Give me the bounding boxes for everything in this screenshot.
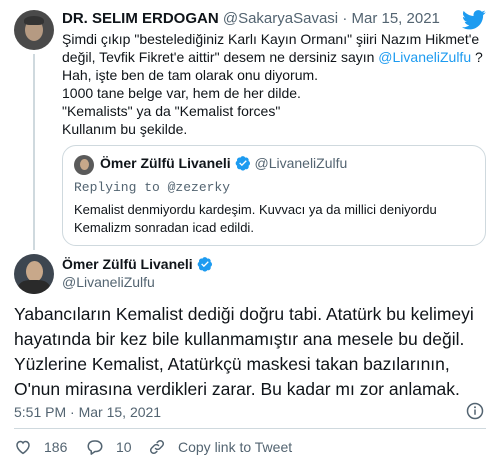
text-line: "Kemalists" ya da "Kemalist forces" (62, 103, 281, 119)
thread-line (33, 54, 35, 250)
separator-dot: · (70, 404, 75, 420)
avatar-selim-erdogan[interactable] (14, 10, 54, 50)
like-count: 186 (44, 439, 68, 455)
link-icon (149, 439, 165, 455)
quoted-author-name: Ömer Zülfü Livaneli (100, 155, 231, 171)
main-tweet-timestamp[interactable]: 5:51 PM · Mar 15, 2021 (14, 404, 161, 420)
text-line: hayatında bir kez bile kullanmamıştır an… (14, 329, 465, 349)
reply-button[interactable]: 10 (86, 438, 132, 456)
twitter-bird-icon (462, 10, 486, 30)
reply-icon (87, 440, 103, 455)
text-line: 1000 tane belge var, hem de her dilde. (62, 85, 301, 101)
text-line: Yabancıların Kemalist dediği doğru tabi.… (14, 304, 474, 324)
copy-link-button[interactable]: Copy link to Tweet (148, 438, 292, 456)
quoted-tweet-card[interactable]: Ömer Zülfü Livaneli @LivaneliZulfu Reply… (62, 145, 486, 246)
quoted-header: Ömer Zülfü Livaneli @LivaneliZulfu (100, 155, 347, 171)
tweet-date[interactable]: Mar 15, 2021 (351, 10, 439, 27)
divider (14, 428, 486, 429)
main-author-handle[interactable]: @LivaneliZulfu (62, 274, 213, 290)
replying-to-label: Replying to @zezerky (74, 180, 231, 195)
reply-tweet-body: Şimdi çıkıp "bestelediğiniz Karlı Kayın … (62, 30, 483, 138)
avatar-livaneli-small (74, 155, 94, 175)
text-line: Kemalizm sonradan icad edildi. (74, 220, 254, 235)
separator-dot: · (342, 10, 348, 27)
like-button[interactable]: 186 (14, 438, 67, 456)
heart-icon (16, 440, 30, 455)
text-line: O'nun mirasına verdikleri zarar. Bu kada… (14, 379, 460, 399)
verified-icon (235, 156, 250, 171)
main-author-name[interactable]: Ömer Zülfü Livaneli (62, 256, 193, 272)
main-tweet-author: Ömer Zülfü Livaneli @LivaneliZulfu (62, 256, 213, 290)
quoted-tweet-body: Kemalist denmiyordu kardeşim. Kuvvacı ya… (74, 201, 437, 237)
quoted-author-handle: @LivaneliZulfu (254, 155, 348, 171)
reply-tweet-header: DR. SELIM ERDOGAN @SakaryaSavasi · Mar 1… (62, 10, 440, 27)
info-icon[interactable] (466, 402, 484, 420)
text-line: Hah, işte ben de tam olarak onu diyorum. (62, 67, 319, 83)
text-line: değil, Tevfik Fikret'e aittir" desem ne … (62, 49, 483, 65)
mention-link[interactable]: @LivaneliZulfu (378, 49, 471, 65)
copy-link-label: Copy link to Tweet (178, 439, 293, 455)
verified-icon (197, 257, 212, 272)
author-name[interactable]: DR. SELIM ERDOGAN (62, 10, 219, 27)
text-line: Şimdi çıkıp "bestelediğiniz Karlı Kayın … (62, 31, 480, 47)
tweet-date: Mar 15, 2021 (78, 404, 162, 420)
text-line: Kullanım bu şekilde. (62, 121, 188, 137)
text-line: Yüzlerine Kemalist, Atatürkçü maskesi ta… (14, 354, 450, 374)
main-tweet-body: Yabancıların Kemalist dediği doğru tabi.… (14, 302, 474, 402)
text-line: Kemalist denmiyordu kardeşim. Kuvvacı ya… (74, 202, 437, 217)
avatar-livaneli[interactable] (14, 254, 54, 294)
tweet-time: 5:51 PM (14, 404, 67, 420)
reply-count: 10 (116, 439, 132, 455)
author-handle[interactable]: @SakaryaSavasi (223, 10, 338, 27)
